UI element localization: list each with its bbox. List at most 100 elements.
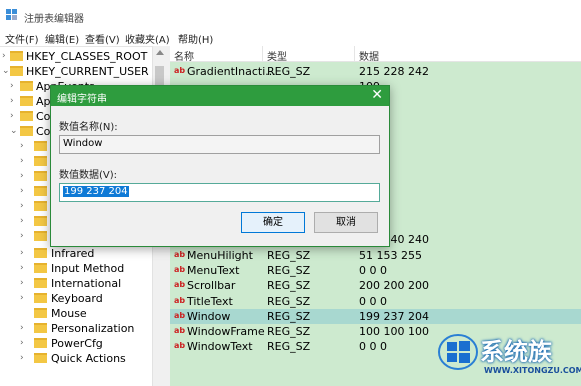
cell-data: 0 0 0 <box>359 263 387 277</box>
cell-data: 0 0 0 <box>359 340 387 354</box>
window-title: 注册表编辑器 <box>24 14 84 25</box>
edit-string-dialog: 编辑字符串 ✕ 数值名称(N): Window 数值数据(V): 199 237… <box>50 85 390 247</box>
folder-icon <box>34 141 47 151</box>
tree-node-label: HKEY_CURRENT_USER <box>26 65 149 78</box>
column-data[interactable]: 数据 <box>359 48 379 63</box>
cell-type: REG_SZ <box>267 65 311 78</box>
tree-node-label: Input Method <box>51 262 125 275</box>
tree-node-label: Infrared <box>51 247 95 260</box>
cell-data: 200 200 200 <box>359 279 429 293</box>
list-header: 名称 类型 数据 <box>170 46 581 63</box>
ok-button[interactable]: 确定 <box>241 212 305 233</box>
cell-name: TitleText <box>187 294 233 308</box>
folder-icon <box>20 96 33 106</box>
folder-icon <box>34 293 47 303</box>
folder-icon <box>20 81 33 91</box>
watermark-text: 系统族 <box>480 338 552 366</box>
cancel-button[interactable]: 取消 <box>314 212 378 233</box>
tree-node-label: HKEY_CLASSES_ROOT <box>26 50 148 63</box>
folder-icon <box>34 323 47 333</box>
expand-arrow-icon[interactable]: › <box>20 278 24 288</box>
folder-icon <box>34 186 47 196</box>
dialog-title-bar: 编辑字符串 ✕ <box>51 86 389 106</box>
column-type[interactable]: 类型 <box>267 48 287 63</box>
menu-edit[interactable]: 编辑(E) <box>45 31 79 46</box>
folder-icon <box>34 263 47 273</box>
string-value-icon: ab <box>174 295 186 305</box>
tree-node-label: Co <box>36 110 51 123</box>
cell-data: 51 153 255 <box>359 248 422 262</box>
string-value-icon: ab <box>174 341 186 351</box>
table-row[interactable]: ab Window REG_SZ 199 237 204 <box>170 308 581 324</box>
collapse-arrow-icon[interactable]: ⌄ <box>10 126 18 136</box>
table-row[interactable]: ab MenuHilight REG_SZ 51 153 255 <box>170 248 581 263</box>
cell-type: REG_SZ <box>267 309 311 323</box>
folder-icon <box>10 66 23 76</box>
folder-icon <box>34 231 47 241</box>
cell-name: Window <box>187 309 231 323</box>
expand-arrow-icon[interactable]: › <box>10 96 14 106</box>
folder-icon <box>34 216 47 226</box>
expand-arrow-icon[interactable]: › <box>2 51 6 61</box>
folder-icon <box>10 51 23 61</box>
expand-arrow-icon[interactable]: › <box>10 111 14 121</box>
scroll-up-icon[interactable] <box>156 50 164 55</box>
table-row[interactable]: ab Scrollbar REG_SZ 200 200 200 <box>170 278 581 293</box>
collapse-arrow-icon[interactable]: ⌄ <box>2 66 10 76</box>
registry-icon <box>6 9 18 21</box>
tree-node-label: Personalization <box>51 322 135 335</box>
menu-help[interactable]: 帮助(H) <box>178 31 213 46</box>
windows-logo-icon <box>438 334 478 370</box>
folder-icon <box>34 248 47 258</box>
cell-name: WindowFrame <box>187 325 265 339</box>
column-name[interactable]: 名称 <box>174 48 194 63</box>
value-data-input[interactable]: 199 237 204 <box>59 183 380 202</box>
folder-icon <box>34 278 47 288</box>
cell-type: REG_SZ <box>267 248 311 262</box>
expand-arrow-icon[interactable]: › <box>20 338 24 348</box>
close-icon[interactable]: ✕ <box>371 87 383 103</box>
cell-type: REG_SZ <box>267 263 311 277</box>
table-row[interactable]: ab MenuText REG_SZ 0 0 0 <box>170 263 581 278</box>
tree-node-label: Quick Actions <box>51 352 126 365</box>
cell-type: REG_SZ <box>267 279 311 293</box>
expand-arrow-icon[interactable]: › <box>10 81 14 91</box>
tree-node-label: Co <box>36 125 51 138</box>
cell-name: MenuHilight <box>187 248 253 262</box>
tree-node-label: Mouse <box>51 307 87 320</box>
cell-name: Scrollbar <box>187 279 236 293</box>
string-value-icon: ab <box>174 249 186 259</box>
watermark: 系统族 WWW.XITONGZU.COM <box>438 330 581 386</box>
cell-data: 0 0 0 <box>359 294 387 308</box>
cell-name: WindowText <box>187 340 253 354</box>
tree-node-label: Ap <box>36 95 51 108</box>
value-name-label: 数值名称(N): <box>59 122 118 133</box>
selected-text: 199 237 204 <box>63 186 129 197</box>
expand-arrow-icon[interactable]: › <box>20 323 24 333</box>
folder-icon <box>34 353 47 363</box>
tree-node-label: International <box>51 277 122 290</box>
folder-icon <box>34 308 47 318</box>
menu-view[interactable]: 查看(V) <box>85 31 120 46</box>
menu-favorites[interactable]: 收藏夹(A) <box>125 31 170 46</box>
expand-arrow-icon[interactable]: › <box>20 263 24 273</box>
expand-arrow-icon[interactable]: › <box>20 353 24 363</box>
string-value-icon: ab <box>174 66 186 75</box>
string-value-icon: ab <box>174 326 186 336</box>
folder-icon <box>34 201 47 211</box>
cell-data: 215 228 242 <box>359 65 429 78</box>
folder-icon <box>34 171 47 181</box>
menu-file[interactable]: 文件(F) <box>5 31 39 46</box>
table-row[interactable]: ab GradientInacti... REG_SZ 215 228 242 <box>170 64 581 79</box>
cell-type: REG_SZ <box>267 325 311 339</box>
cell-type: REG_SZ <box>267 294 311 308</box>
value-name-field: Window <box>59 135 380 154</box>
cell-name: GradientInacti... <box>187 65 276 78</box>
expand-arrow-icon[interactable]: › <box>20 293 24 303</box>
string-value-icon: ab <box>174 264 186 274</box>
menu-bar: 文件(F) 编辑(E) 查看(V) 收藏夹(A) 帮助(H) <box>0 30 581 46</box>
tree-node-label: PowerCfg <box>51 337 103 350</box>
expand-arrow-icon[interactable]: › <box>20 248 24 258</box>
table-row[interactable]: ab TitleText REG_SZ 0 0 0 <box>170 294 581 309</box>
string-value-icon: ab <box>174 310 186 320</box>
